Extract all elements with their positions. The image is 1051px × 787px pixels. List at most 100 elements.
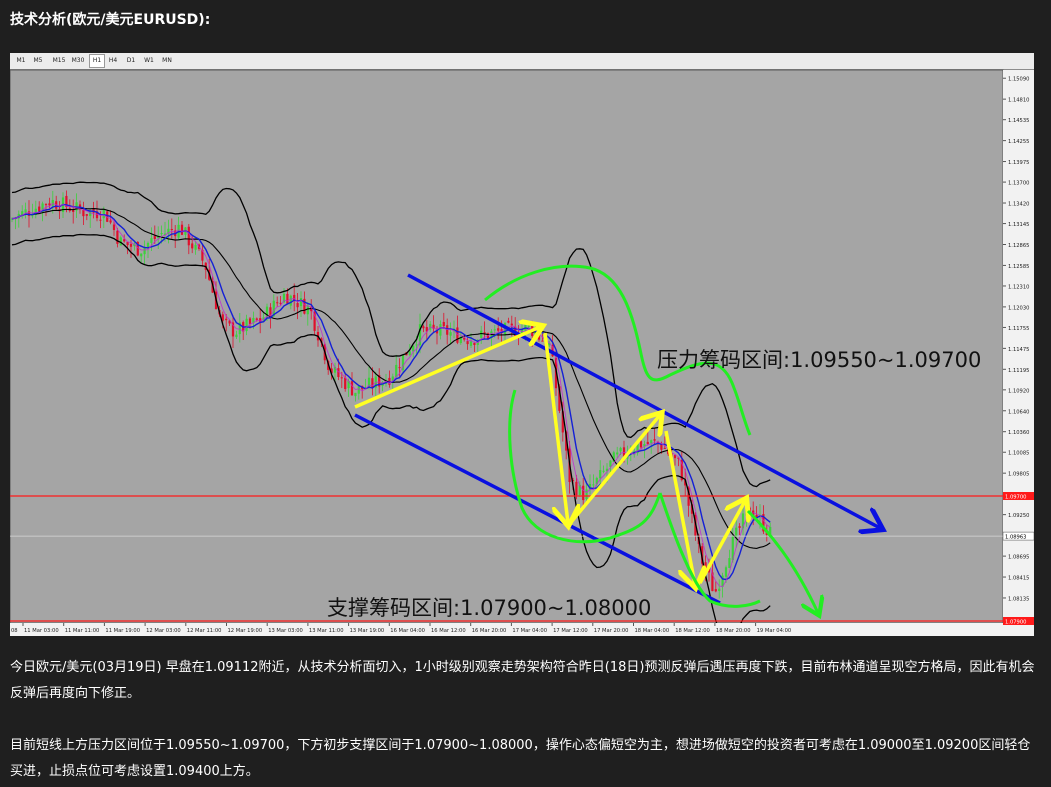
candle-body (619, 447, 622, 452)
candle-body (582, 485, 585, 501)
candle-body (296, 303, 299, 308)
x-tick-label: 16 Mar 12:00 (431, 628, 466, 634)
candle-body (289, 295, 292, 306)
candle-body (422, 326, 425, 329)
y-tick-label: 1.13420 (1008, 202, 1029, 208)
y-tick-label: 1.12310 (1008, 284, 1029, 290)
x-tick-label: 08 (11, 628, 18, 634)
candle-body (408, 351, 411, 355)
price-axis (1003, 70, 1034, 636)
candle-body (398, 367, 401, 369)
candle-body (160, 233, 163, 235)
candle-body (592, 484, 595, 486)
candle-body (653, 439, 656, 441)
candle-body (109, 220, 112, 223)
y-tick-label: 1.11475 (1008, 347, 1029, 353)
candle-body (225, 318, 228, 321)
candle-body (646, 441, 649, 445)
candle-body (235, 334, 238, 338)
candle-body (507, 320, 510, 323)
x-tick-label: 16 Mar 20:00 (472, 628, 507, 634)
candle-body (718, 588, 721, 592)
candle-body (616, 452, 619, 455)
candle-body (51, 199, 54, 206)
candle-body (286, 293, 289, 304)
y-tick-label: 1.13145 (1008, 222, 1029, 228)
candle-body (738, 526, 741, 528)
candle-body (140, 253, 143, 257)
y-tick-label: 1.11755 (1008, 326, 1029, 332)
candle-body (663, 447, 666, 449)
candle-body (85, 214, 88, 216)
y-tick-label: 1.10360 (1008, 430, 1029, 436)
candle-body (585, 489, 588, 500)
y-tick-label: 1.13700 (1008, 181, 1029, 187)
x-tick-label: 12 Mar 19:00 (228, 628, 263, 634)
y-tick-label: 1.12585 (1008, 264, 1029, 270)
candle-body (650, 440, 653, 444)
candle-body (473, 342, 476, 345)
x-tick-label: 17 Mar 04:00 (512, 628, 547, 634)
x-tick-label: 12 Mar 03:00 (146, 628, 181, 634)
y-tick-label: 1.09250 (1008, 513, 1029, 519)
x-tick-label: 11 Mar 19:00 (105, 628, 140, 634)
candle-body (728, 558, 731, 568)
candle-body (306, 305, 309, 315)
candle-body (466, 341, 469, 345)
analysis-paragraph-1: 今日欧元/美元(03月19日) 早盘在1.09112附近，从技术分析面切入，1小… (10, 660, 1035, 701)
candle-body (82, 209, 85, 217)
candle-body (483, 332, 486, 334)
x-tick-label: 18 Mar 20:00 (716, 628, 751, 634)
candle-body (449, 332, 452, 336)
candle-body (112, 224, 116, 231)
candle-body (31, 215, 34, 217)
y-tick-label: 1.13975 (1008, 160, 1029, 166)
candle-body (340, 377, 343, 379)
candle-body (541, 340, 544, 342)
candle-body (415, 344, 418, 346)
y-tick-label: 1.10920 (1008, 388, 1029, 394)
candle-body (170, 229, 173, 231)
x-tick-label: 12 Mar 11:00 (187, 628, 222, 634)
candle-body (129, 244, 133, 247)
x-tick-label: 13 Mar 03:00 (268, 628, 303, 634)
support-zone-label: 支撑筹码区间:1.07900~1.08000 (327, 596, 651, 620)
candle-body (639, 441, 643, 448)
y-tick-label: 1.14255 (1008, 139, 1029, 145)
resistance-price-label: 1.09700 (1005, 495, 1026, 501)
x-tick-label: 18 Mar 12:00 (675, 628, 710, 634)
price-chart: M1 M5 M15 M30 H1 H4 D1 W1 MN 压力筹码区间:1.09550~1.09… (10, 53, 1034, 636)
candle-body (724, 567, 728, 577)
y-tick-label: 1.08135 (1008, 596, 1029, 602)
candle-body (575, 481, 578, 496)
candle-body (412, 345, 415, 352)
y-tick-label: 1.11195 (1008, 368, 1029, 374)
x-tick-label: 11 Mar 03:00 (24, 628, 59, 634)
candle-body (480, 330, 483, 338)
candle-body (350, 381, 354, 396)
candle-body (527, 325, 530, 327)
candle-body (276, 302, 279, 304)
candle-body (602, 470, 605, 472)
candle-body (187, 226, 190, 246)
y-tick-label: 1.08695 (1008, 555, 1029, 561)
candle-body (395, 364, 398, 377)
candle-body (354, 392, 357, 397)
x-tick-label: 11 Mar 11:00 (65, 628, 100, 634)
candle-body (599, 470, 602, 479)
x-tick-label: 13 Mar 19:00 (350, 628, 385, 634)
y-tick-label: 1.14535 (1008, 118, 1029, 124)
y-tick-label: 1.12030 (1008, 305, 1029, 311)
candle-body (493, 329, 496, 331)
y-tick-label: 1.15090 (1008, 77, 1029, 83)
x-tick-label: 19 Mar 04:00 (757, 628, 792, 634)
candle-body (44, 204, 48, 206)
candle-body (99, 219, 102, 221)
current-price-label: 1.08963 (1005, 535, 1026, 541)
x-tick-label: 16 Mar 04:00 (390, 628, 425, 634)
candle-body (469, 341, 473, 346)
candle-body (439, 324, 442, 336)
x-tick-label: 13 Mar 11:00 (309, 628, 344, 634)
plot-area (10, 69, 1004, 624)
candle-body (357, 386, 360, 394)
